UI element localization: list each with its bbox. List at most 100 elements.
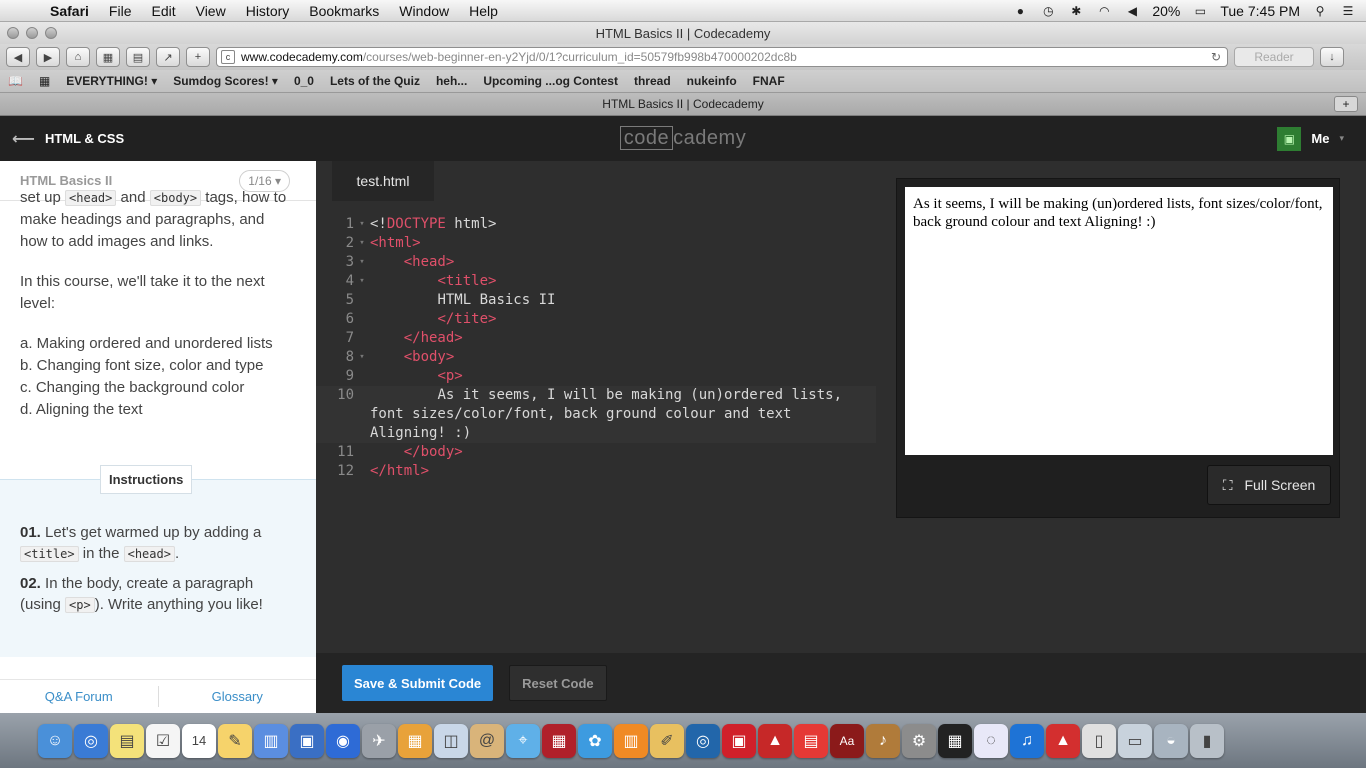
safari-icon[interactable]: ◎ <box>74 723 108 758</box>
scanner-icon[interactable]: ▭ <box>1118 723 1152 758</box>
menu-window[interactable]: Window <box>389 3 459 19</box>
bookmarks-book-icon[interactable]: 📖 <box>8 74 23 88</box>
fold-arrow-icon[interactable]: ▾ <box>354 272 370 291</box>
notification-center-icon[interactable]: ☰ <box>1340 4 1356 18</box>
menu-app[interactable]: Safari <box>40 3 99 19</box>
qa-forum-link[interactable]: Q&A Forum <box>0 680 158 713</box>
preview-icon[interactable]: ◫ <box>434 723 468 758</box>
polymer-icon[interactable]: ◌ <box>974 723 1008 758</box>
code-line[interactable]: 8 ▾ <body> <box>316 348 876 367</box>
bookmark-item[interactable]: FNAF <box>753 74 785 88</box>
calendar-icon[interactable]: 14 <box>182 723 216 758</box>
bookmark-item[interactable]: EVERYTHING! ▾ <box>66 74 157 88</box>
qr-icon[interactable]: ▦ <box>938 723 972 758</box>
file-tab[interactable]: test.html <box>332 161 434 201</box>
reset-code-button[interactable]: Reset Code <box>509 665 607 701</box>
code-line[interactable]: 10 As it seems, I will be making (un)ord… <box>316 386 876 443</box>
downloads-icon[interactable]: ◒ <box>1154 723 1188 758</box>
menu-view[interactable]: View <box>186 3 236 19</box>
iphoto-icon[interactable]: ✿ <box>578 723 612 758</box>
reading-list-icon[interactable]: ▤ <box>126 47 150 67</box>
top-sites-icon[interactable]: ▦ <box>96 47 120 67</box>
record-icon[interactable]: ● <box>1012 4 1028 18</box>
lesson-text[interactable]: set up <head> and <body> tags, how to ma… <box>0 187 316 455</box>
forward-button[interactable]: ▶ <box>36 47 60 67</box>
ibooks-icon[interactable]: ▥ <box>614 723 648 758</box>
chart-icon[interactable]: ▥ <box>254 723 288 758</box>
code-line[interactable]: 5 HTML Basics II <box>316 291 876 310</box>
code-line[interactable]: 9 <p> <box>316 367 876 386</box>
chrome-icon[interactable]: ◉ <box>326 723 360 758</box>
code-line[interactable]: 6 </tite> <box>316 310 876 329</box>
bluetooth-icon[interactable]: ✱ <box>1068 4 1084 18</box>
bookmarks-grid-icon[interactable]: ▦ <box>39 74 50 88</box>
code-line[interactable]: 11 </body> <box>316 443 876 462</box>
spotlight-icon[interactable]: ⚲ <box>1312 4 1328 18</box>
trash-icon[interactable]: ▮ <box>1190 723 1224 758</box>
address-bar[interactable]: c www.codecademy.com /courses/web-beginn… <box>216 47 1228 67</box>
code-line[interactable]: 7 </head> <box>316 329 876 348</box>
battery-percent[interactable]: 20% <box>1152 3 1180 19</box>
keynote-icon[interactable]: ▣ <box>290 723 324 758</box>
fold-arrow-icon[interactable]: ▾ <box>354 253 370 272</box>
clock[interactable]: Tue 7:45 PM <box>1220 3 1300 19</box>
save-submit-button[interactable]: Save & Submit Code <box>342 665 494 701</box>
layout-icon[interactable]: ▤ <box>794 723 828 758</box>
fold-arrow-icon[interactable]: ▾ <box>354 348 370 367</box>
battery-icon[interactable]: ▭ <box>1192 4 1208 18</box>
new-tab-button[interactable]: + <box>1334 96 1358 112</box>
add-bookmark-icon[interactable]: + <box>186 47 210 67</box>
code-line[interactable]: 2 ▾ <html> <box>316 234 876 253</box>
instructions-tab[interactable]: Instructions <box>100 465 193 494</box>
code-editor[interactable]: 1 ▾ <!DOCTYPE html> 2 ▾ <html> 3 ▾ <head> 4 ▾ <ti… <box>316 215 876 481</box>
finder-icon[interactable]: ☺ <box>38 723 72 758</box>
bookmark-item[interactable]: Lets of the Quiz <box>330 74 420 88</box>
sketchup-icon[interactable]: ▲ <box>758 723 792 758</box>
garageband-icon[interactable]: ♪ <box>866 723 900 758</box>
bookmark-item[interactable]: 0_0 <box>294 74 314 88</box>
bookmark-item[interactable]: thread <box>634 74 671 88</box>
itunes-icon[interactable]: ♫ <box>1010 723 1044 758</box>
dictionary-icon[interactable]: Aa <box>830 723 864 758</box>
textedit-icon[interactable]: ✎ <box>218 723 252 758</box>
adobe-icon[interactable]: ▲ <box>1046 723 1080 758</box>
codecademy-logo[interactable]: code cademy <box>0 126 1366 150</box>
quicktime-icon[interactable]: ◎ <box>686 723 720 758</box>
reload-icon[interactable]: ↻ <box>1211 50 1221 64</box>
share-icon[interactable]: ↗ <box>156 47 180 67</box>
result-page[interactable]: As it seems, I will be making (un)ordere… <box>905 187 1333 455</box>
notes-icon[interactable]: ▤ <box>110 723 144 758</box>
code-line[interactable]: 12 </html> <box>316 462 876 481</box>
code-line[interactable]: 4 ▾ <title> <box>316 272 876 291</box>
acrobat-icon[interactable]: ▣ <box>722 723 756 758</box>
reminders-icon[interactable]: ☑ <box>146 723 180 758</box>
maps-icon[interactable]: ⌖ <box>506 723 540 758</box>
menu-help[interactable]: Help <box>459 3 508 19</box>
menu-edit[interactable]: Edit <box>141 3 185 19</box>
photobooth-icon[interactable]: ▦ <box>542 723 576 758</box>
time-machine-icon[interactable]: ◷ <box>1040 4 1056 18</box>
wifi-icon[interactable]: ◠ <box>1096 4 1112 18</box>
launchpad-icon[interactable]: ✈ <box>362 723 396 758</box>
bookmark-item[interactable]: heh... <box>436 74 467 88</box>
full-screen-button[interactable]: ⛶ Full Screen <box>1207 465 1331 505</box>
downloads-icon[interactable]: ↓ <box>1320 47 1344 67</box>
reader-button[interactable]: Reader <box>1234 47 1314 67</box>
fold-arrow-icon[interactable]: ▾ <box>354 234 370 253</box>
home-icon[interactable]: ⌂ <box>66 47 90 67</box>
back-button[interactable]: ◀ <box>6 47 30 67</box>
document-icon[interactable]: ▯ <box>1082 723 1116 758</box>
code-line[interactable]: 1 ▾ <!DOCTYPE html> <box>316 215 876 234</box>
bookmark-item[interactable]: Upcoming ...og Contest <box>483 74 618 88</box>
menu-history[interactable]: History <box>236 3 300 19</box>
pages-icon[interactable]: ▦ <box>398 723 432 758</box>
bookmark-item[interactable]: nukeinfo <box>687 74 737 88</box>
tab-active[interactable]: HTML Basics II | Codecademy <box>602 97 763 111</box>
bookmark-item[interactable]: Sumdog Scores! ▾ <box>173 74 278 88</box>
contacts-icon[interactable]: @ <box>470 723 504 758</box>
menu-bookmarks[interactable]: Bookmarks <box>299 3 389 19</box>
volume-icon[interactable]: ◀ <box>1124 4 1140 18</box>
menu-file[interactable]: File <box>99 3 142 19</box>
systemprefs-icon[interactable]: ⚙ <box>902 723 936 758</box>
glossary-link[interactable]: Glossary <box>159 680 317 713</box>
